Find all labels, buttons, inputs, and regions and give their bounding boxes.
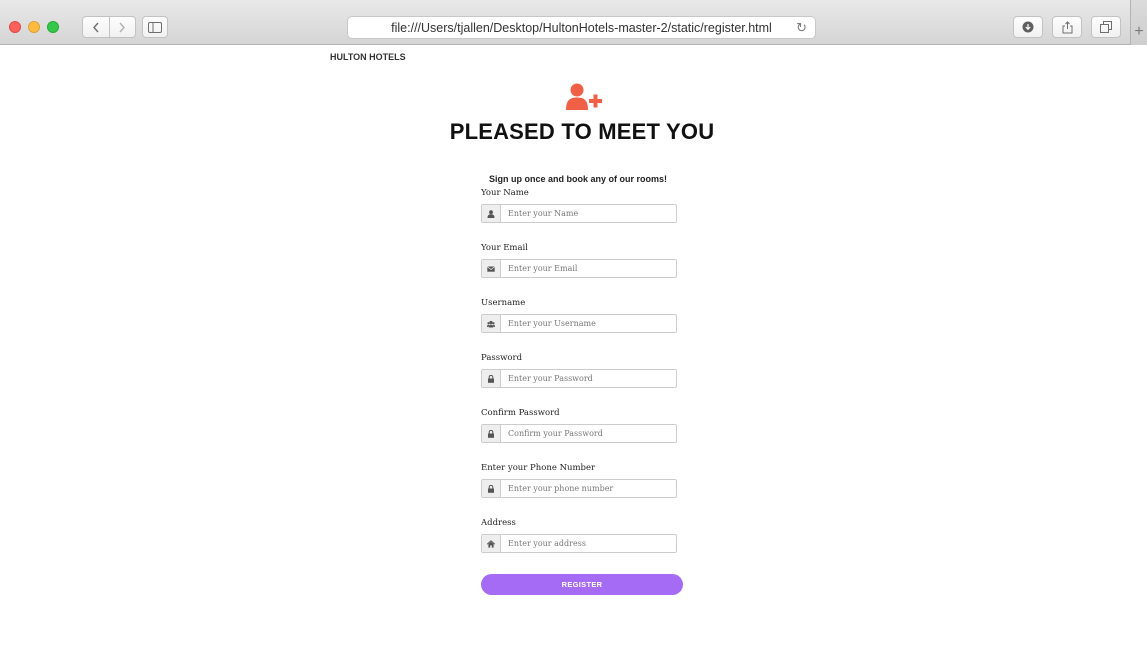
zoom-window-button[interactable] [47,21,59,33]
address-input[interactable] [501,535,676,552]
password-label: Password [481,353,523,363]
chevron-left-icon [92,22,99,32]
sidebar-icon [148,21,162,33]
user-icon [482,205,501,222]
confirm-password-label: Confirm Password [481,408,560,418]
username-input[interactable] [501,315,676,332]
plus-icon: + [1134,23,1144,40]
address-label: Address [481,518,516,528]
downloads-button[interactable] [1013,16,1043,38]
username-input-group [481,314,677,333]
address-bar[interactable]: file:///Users/tjallen/Desktop/HultonHote… [347,16,816,39]
name-input-group [481,204,677,223]
share-button[interactable] [1052,16,1082,38]
lock-icon [482,370,501,387]
brand-logo-text[interactable]: HULTON HOTELS [330,52,406,62]
phone-input-group [481,479,677,498]
name-input[interactable] [501,205,676,222]
tab-overview-button[interactable] [1091,16,1121,38]
email-input-group [481,259,677,278]
username-label: Username [481,298,526,308]
reload-icon[interactable]: ↻ [796,20,807,36]
browser-window: file:///Users/tjallen/Desktop/HultonHote… [0,0,1147,656]
back-button[interactable] [83,17,110,37]
sidebar-toggle-button[interactable] [142,16,168,38]
password-input[interactable] [501,370,676,387]
name-label: Your Name [481,188,529,198]
email-label: Your Email [481,243,528,253]
forward-button[interactable] [110,17,136,37]
tabs-icon [1100,21,1112,33]
page-subtitle: Sign up once and book any of our rooms! [489,174,668,184]
lock-icon [482,425,501,442]
minimize-window-button[interactable] [28,21,40,33]
download-icon [1022,21,1034,33]
url-text: file:///Users/tjallen/Desktop/HultonHote… [391,20,772,35]
browser-toolbar: file:///Users/tjallen/Desktop/HultonHote… [0,0,1147,45]
password-input-group [481,369,677,388]
new-tab-button[interactable]: + [1130,0,1147,45]
phone-input[interactable] [501,480,676,497]
register-button[interactable]: REGISTER [481,574,683,595]
email-input[interactable] [501,260,676,277]
envelope-icon [482,260,501,277]
page-title: PLEASED TO MEET YOU [449,119,715,144]
confirm-password-input[interactable] [501,425,676,442]
chevron-right-icon [119,22,126,32]
lock-icon [482,480,501,497]
users-icon [482,315,501,332]
share-icon [1062,20,1072,33]
user-plus-icon [566,83,602,110]
back-forward-group [82,16,136,38]
phone-label: Enter your Phone Number [481,463,596,473]
confirm-password-input-group [481,424,677,443]
address-input-group [481,534,677,553]
home-icon [482,535,501,552]
close-window-button[interactable] [9,21,21,33]
